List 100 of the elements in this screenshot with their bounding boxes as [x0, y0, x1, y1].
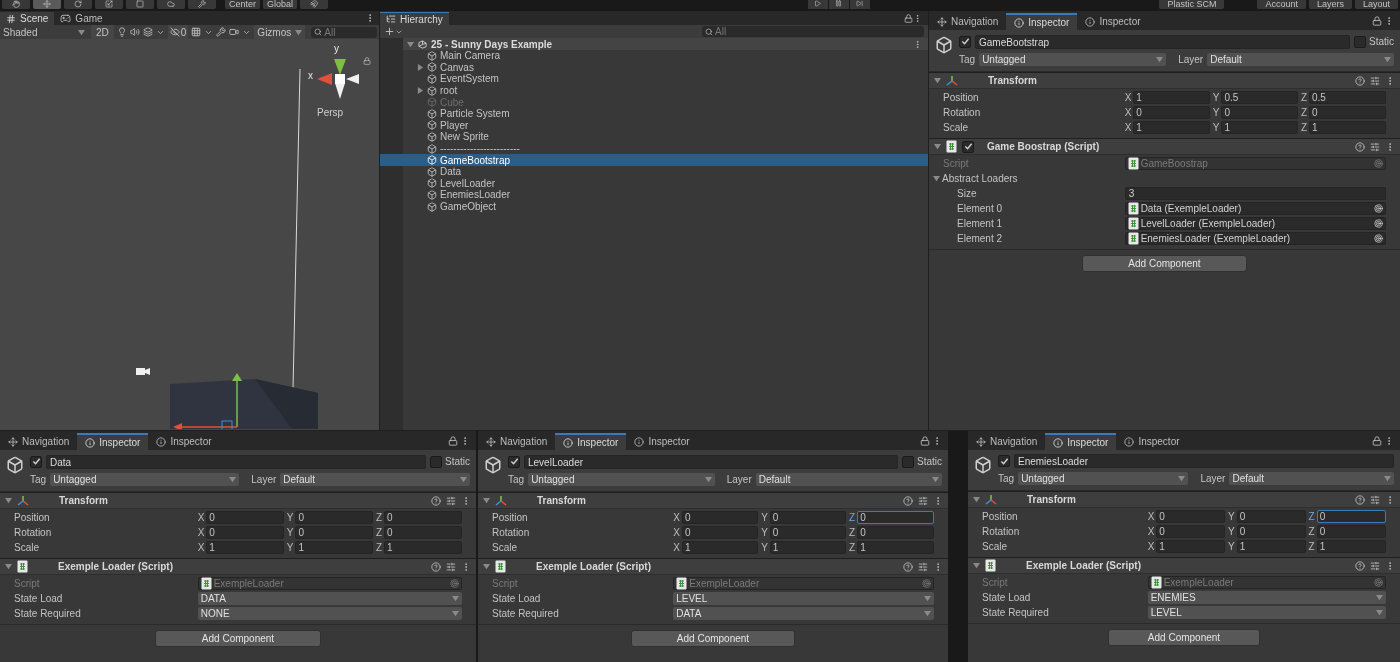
add-component-button[interactable]: Add Component [1108, 629, 1260, 646]
projection-label[interactable]: Persp [317, 105, 344, 120]
hierarchy-item[interactable]: GameBootstrap [380, 154, 928, 166]
cube-icon[interactable] [974, 456, 992, 474]
name-field[interactable]: GameBootstrap [975, 34, 1350, 49]
foldout-label[interactable]: Abstract Loaders [942, 171, 1018, 186]
tag-dropdown[interactable]: Untagged [50, 473, 240, 486]
hierarchy-item[interactable]: Main Camera [403, 50, 928, 62]
hierarchy-item[interactable]: root [403, 84, 928, 97]
dropdown-arrow-icon[interactable] [1376, 594, 1383, 601]
number-field[interactable]: 1 [1133, 121, 1210, 134]
number-field[interactable]: 0 [1156, 525, 1226, 538]
add-component-button[interactable]: Add Component [154, 630, 322, 647]
number-field[interactable]: 0 [769, 526, 847, 539]
static-dropdown[interactable]: Static [917, 454, 942, 469]
tag-dropdown[interactable]: Untagged [1018, 472, 1189, 485]
number-field[interactable]: 0 [384, 526, 462, 539]
more-icon[interactable] [913, 39, 922, 49]
tool-button[interactable] [64, 0, 92, 9]
help-icon[interactable] [431, 561, 441, 572]
number-field[interactable]: 1 [1156, 540, 1226, 553]
preset-sliders-icon[interactable] [1370, 141, 1380, 152]
preset-sliders-icon[interactable] [1370, 75, 1380, 86]
dropdown-arrow-icon[interactable] [460, 476, 467, 483]
number-field[interactable]: 0 [206, 511, 284, 524]
lighting-icon[interactable] [116, 27, 127, 37]
number-field[interactable]: 1 [1309, 121, 1386, 134]
component-header[interactable]: Exemple Loader (Script) [0, 558, 476, 575]
add-icon[interactable] [384, 26, 395, 37]
number-field[interactable]: 0 [1316, 525, 1386, 538]
enum-dropdown[interactable]: DATA [673, 607, 934, 620]
object-field[interactable]: Data (ExempleLoader) [1124, 202, 1386, 215]
panel-tab[interactable]: Navigation [0, 433, 78, 450]
panel-tab[interactable]: Inspector [148, 433, 220, 450]
number-field[interactable]: 1 [295, 541, 373, 554]
checkbox[interactable] [998, 455, 1010, 467]
dropdown-arrow-icon[interactable] [229, 476, 237, 483]
enum-dropdown[interactable]: DATA [197, 592, 462, 605]
effects-icon[interactable] [142, 27, 153, 37]
foldout-arrow-icon[interactable] [5, 563, 12, 570]
hierarchy-item[interactable]: EnemiesLoader [403, 189, 928, 201]
number-field[interactable]: 0 [1309, 106, 1386, 119]
panel-tab[interactable]: Inspector [1116, 433, 1188, 450]
checkbox[interactable] [508, 455, 520, 468]
panel-tab[interactable]: Inspector [555, 433, 627, 450]
view-tab[interactable]: Scene [0, 12, 55, 25]
preset-sliders-icon[interactable] [918, 495, 928, 506]
dropdown-arrow-icon[interactable] [1156, 56, 1164, 63]
pivot-button[interactable]: Global [263, 0, 298, 9]
panel-tab[interactable]: Inspector [1045, 433, 1117, 450]
foldout-arrow-icon[interactable] [934, 143, 941, 150]
dropdown-arrow-icon[interactable] [924, 610, 931, 617]
dropdown-arrow-icon[interactable] [704, 476, 712, 483]
object-field[interactable]: LevelLoader (ExempleLoader) [1124, 217, 1386, 230]
number-field[interactable]: 1 [681, 541, 759, 554]
number-field[interactable]: 0 [857, 526, 934, 539]
lock-icon[interactable] [448, 436, 458, 446]
add-component-button[interactable]: Add Component [1082, 255, 1247, 272]
tools-icon[interactable] [216, 27, 227, 37]
tool-button[interactable] [95, 0, 123, 9]
panel-tab[interactable]: Inspector [1077, 13, 1149, 30]
hierarchy-tab[interactable]: Hierarchy [380, 12, 449, 25]
scene-row[interactable]: 25 - Sunny Days Example [403, 38, 928, 50]
expand-arrow-icon[interactable] [417, 63, 424, 71]
dropdown-arrow-icon[interactable] [295, 28, 303, 36]
dropdown-arrow-icon[interactable] [932, 476, 939, 483]
hierarchy-item[interactable]: Canvas [403, 61, 928, 74]
name-field[interactable]: EnemiesLoader [1014, 454, 1394, 468]
preset-sliders-icon[interactable] [446, 561, 456, 572]
component-header[interactable]: Transform [968, 491, 1400, 508]
checkbox[interactable] [430, 455, 442, 468]
component-header[interactable]: Transform [478, 492, 948, 509]
number-field[interactable]: 0 [1221, 106, 1298, 119]
number-field[interactable]: 0 [1156, 510, 1226, 523]
object-field[interactable]: EnemiesLoader (ExempleLoader) [1124, 232, 1386, 245]
hierarchy-item[interactable]: New Sprite [403, 131, 928, 143]
dropdown-arrow-icon[interactable] [452, 610, 459, 617]
help-icon[interactable] [1355, 141, 1365, 152]
component-header[interactable]: Transform [0, 492, 476, 509]
foldout-arrow-icon[interactable] [973, 562, 980, 569]
number-field[interactable]: 0 [384, 511, 462, 524]
hierarchy-item[interactable]: LevelLoader [403, 177, 928, 190]
more-icon[interactable] [913, 14, 922, 23]
cube-icon[interactable] [6, 456, 24, 474]
play-button[interactable] [807, 0, 828, 9]
number-field[interactable]: 1 [384, 541, 462, 554]
checkbox[interactable] [30, 455, 42, 468]
number-field[interactable]: 0 [769, 511, 847, 524]
help-icon[interactable] [1355, 560, 1365, 571]
checkbox[interactable] [1354, 35, 1366, 48]
number-field[interactable]: 3 [1124, 187, 1386, 200]
hierarchy-item[interactable]: ------------------------ [403, 142, 928, 155]
tool-button[interactable] [157, 0, 185, 9]
number-field[interactable]: 0 [1236, 525, 1306, 538]
expand-arrow-icon[interactable] [417, 87, 424, 95]
number-field[interactable]: 1 [769, 541, 847, 554]
hierarchy-item[interactable]: Player [403, 119, 928, 132]
toolbar-button[interactable]: Plastic SCM [1159, 0, 1225, 9]
hierarchy-item[interactable]: EventSystem [403, 73, 928, 85]
component-header[interactable]: Exemple Loader (Script) [968, 557, 1400, 574]
